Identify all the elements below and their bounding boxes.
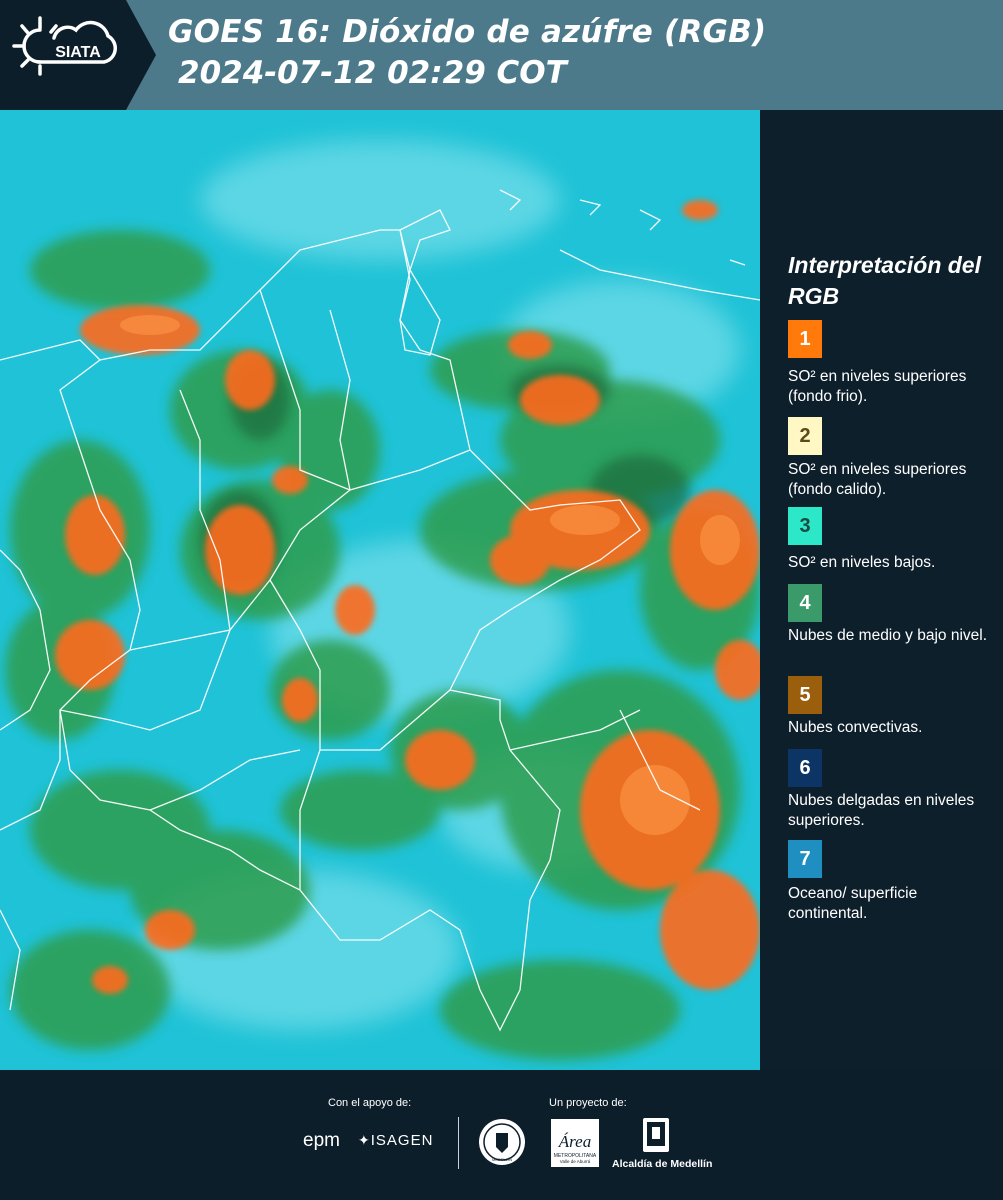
legend-text-2: SO² en niveles superiores (fondo calido)… [788, 461, 967, 498]
page-timestamp: 2024-07-12 02:29 COT [178, 55, 567, 91]
svg-text:Área: Área [558, 1132, 591, 1151]
legend-swatch-6: 6 [788, 749, 822, 787]
legend-text-4: Nubes de medio y bajo nivel. [788, 627, 988, 644]
svg-text:SIATA: SIATA [55, 44, 101, 61]
legend-swatch-2: 2 [788, 417, 822, 455]
isagen-icon: ✦ [358, 1132, 371, 1148]
svg-text:Valle de Aburrá: Valle de Aburrá [560, 1159, 591, 1164]
alcaldia-medellin-label: Alcaldía de Medellín [612, 1158, 713, 1170]
legend-number: 3 [799, 514, 811, 537]
legend-panel: Interpretación del RGB 1 SO² en niveles … [760, 110, 1003, 1070]
legend-number: 4 [799, 591, 811, 614]
legend-text-3: SO² en niveles bajos. [788, 554, 936, 571]
legend-swatch-4: 4 [788, 584, 822, 622]
legend-number: 6 [799, 756, 811, 779]
header-bar: SIATA GOES 16: Dióxido de azúfre (RGB) 2… [0, 0, 1003, 110]
legend-text-1: SO² en niveles superiores (fondo frio). [788, 368, 967, 405]
footer-divider [458, 1117, 459, 1169]
page-title: GOES 16: Dióxido de azúfre (RGB) [168, 14, 767, 50]
footer: Con el apoyo de: Un proyecto de: epm ✦IS… [0, 1070, 1003, 1200]
svg-text:MEDELLÍN: MEDELLÍN [492, 1157, 512, 1162]
project-label: Un proyecto de: [549, 1097, 627, 1109]
satellite-map[interactable] [0, 110, 760, 1070]
legend-swatch-7: 7 [788, 840, 822, 878]
support-label: Con el apoyo de: [328, 1097, 412, 1109]
legend-number: 1 [799, 327, 811, 350]
legend-swatch-3: 3 [788, 507, 822, 545]
alcaldia-medellin-crest-icon[interactable] [641, 1117, 671, 1155]
isagen-label: ISAGEN [370, 1132, 434, 1149]
legend-text-7: Oceano/ superficie continental. [788, 885, 918, 922]
legend-swatch-1: 1 [788, 320, 822, 358]
legend-number: 2 [799, 424, 811, 447]
legend-text-6: Nubes delgadas en niveles superiores. [788, 792, 975, 829]
epm-logo[interactable]: epm [303, 1130, 340, 1152]
isagen-logo[interactable]: ✦ISAGEN [358, 1132, 433, 1149]
satellite-image [0, 110, 760, 1070]
area-metropolitana-logo[interactable]: Área METROPOLITANA Valle de Aburrá [550, 1118, 600, 1168]
legend-text-5: Nubes convectivas. [788, 719, 923, 736]
legend-title: Interpretación del RGB [788, 252, 981, 309]
legend-number: 7 [799, 847, 811, 870]
legend-number: 5 [799, 683, 811, 706]
legend-swatch-5: 5 [788, 676, 822, 714]
medellin-seal-icon[interactable]: MEDELLÍN [477, 1117, 527, 1167]
siata-logo[interactable]: SIATA [0, 0, 156, 110]
